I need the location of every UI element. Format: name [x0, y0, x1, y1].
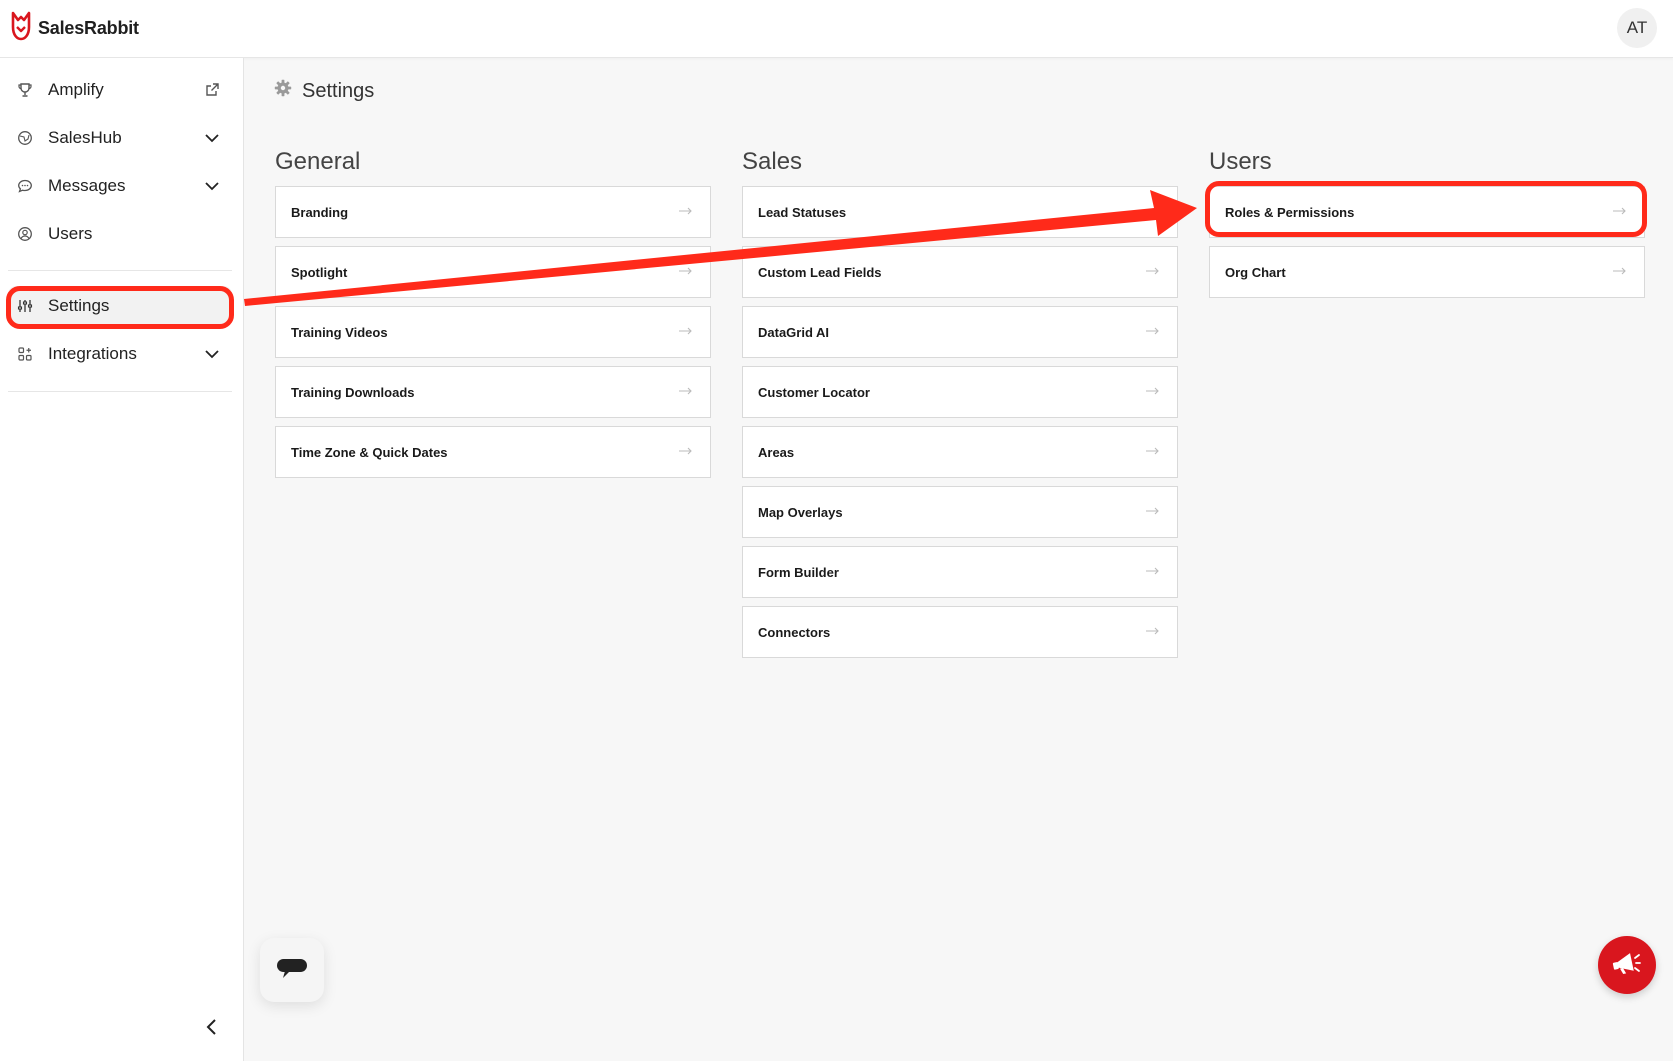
settings-card-custom-lead-fields[interactable]: Custom Lead Fields	[742, 246, 1178, 298]
settings-card-training-downloads[interactable]: Training Downloads	[275, 366, 711, 418]
gear-icon	[274, 79, 292, 103]
announcements-button[interactable]	[1598, 936, 1656, 994]
settings-card-training-videos[interactable]: Training Videos	[275, 306, 711, 358]
arrow-right-icon	[1143, 501, 1163, 521]
settings-card-customer-locator[interactable]: Customer Locator	[742, 366, 1178, 418]
card-label: Branding	[291, 204, 349, 220]
card-label: Areas	[758, 444, 795, 460]
card-label: Roles & Permissions	[1225, 204, 1355, 220]
sidebar-item-settings[interactable]: Settings	[8, 286, 232, 326]
sidebar-item-integrations[interactable]: Integrations	[8, 334, 232, 374]
top-bar: SalesRabbit AT	[0, 0, 1673, 58]
card-label: Training Videos	[291, 324, 388, 340]
card-label: DataGrid AI	[758, 324, 830, 340]
sidebar-item-amplify[interactable]: Amplify	[8, 70, 232, 110]
chat-widget-button[interactable]	[260, 938, 324, 1002]
chevron-down-icon[interactable]	[202, 344, 222, 364]
arrow-right-icon	[676, 261, 696, 281]
section-title-sales: Sales	[742, 148, 803, 175]
sidebar-item-label: SalesHub	[48, 128, 122, 147]
card-label: Org Chart	[1225, 264, 1286, 280]
sidebar-item-label: Settings	[48, 296, 110, 315]
sidebar-item-label: Users	[48, 224, 93, 243]
chevron-down-icon[interactable]	[202, 128, 222, 148]
settings-card-lead-statuses[interactable]: Lead Statuses	[742, 186, 1178, 238]
sidebar-item-saleshub[interactable]: SalesHub	[8, 118, 232, 158]
user-circle-icon	[16, 225, 34, 243]
settings-card-form-builder[interactable]: Form Builder	[742, 546, 1178, 598]
arrow-right-icon	[676, 381, 696, 401]
sidebar-item-users[interactable]: Users	[8, 214, 232, 254]
sidebar: Amplify SalesHub Messages Users Settings…	[0, 58, 244, 1061]
sidebar-item-label: Messages	[48, 176, 126, 195]
settings-card-map-overlays[interactable]: Map Overlays	[742, 486, 1178, 538]
arrow-right-icon	[1143, 201, 1163, 221]
arrow-right-icon	[1143, 261, 1163, 281]
arrow-right-icon	[1143, 441, 1163, 461]
arrow-right-icon	[1143, 621, 1163, 641]
rabbit-logo-icon	[10, 11, 32, 46]
card-label: Form Builder	[758, 564, 839, 580]
sidebar-item-messages[interactable]: Messages	[8, 166, 232, 206]
sidebar-item-label: Amplify	[48, 80, 104, 99]
brand-logo[interactable]: SalesRabbit	[10, 11, 139, 46]
settings-card-branding[interactable]: Branding	[275, 186, 711, 238]
settings-card-time-zone[interactable]: Time Zone & Quick Dates	[275, 426, 711, 478]
settings-card-areas[interactable]: Areas	[742, 426, 1178, 478]
chat-icon	[275, 955, 309, 986]
sidebar-item-label: Integrations	[48, 344, 137, 363]
settings-card-org-chart[interactable]: Org Chart	[1209, 246, 1645, 298]
arrow-right-icon	[1610, 201, 1630, 221]
arrow-right-icon	[676, 321, 696, 341]
card-label: Connectors	[758, 624, 831, 640]
arrow-right-icon	[676, 201, 696, 221]
sliders-icon	[16, 297, 34, 315]
page-title: Settings	[274, 76, 374, 106]
page-title-text: Settings	[302, 79, 375, 102]
chevron-down-icon[interactable]	[202, 176, 222, 196]
collapse-sidebar-button[interactable]	[200, 1017, 224, 1041]
settings-card-datagrid-ai[interactable]: DataGrid AI	[742, 306, 1178, 358]
card-label: Training Downloads	[291, 384, 415, 400]
settings-card-connectors[interactable]: Connectors	[742, 606, 1178, 658]
arrow-right-icon	[1143, 321, 1163, 341]
card-label: Customer Locator	[758, 384, 870, 400]
grid-icon	[16, 345, 34, 363]
card-label: Time Zone & Quick Dates	[291, 444, 448, 460]
card-label: Spotlight	[291, 264, 348, 280]
sidebar-divider	[8, 270, 232, 271]
arrow-right-icon	[676, 441, 696, 461]
arrow-right-icon	[1610, 261, 1630, 281]
external-link-icon	[202, 80, 222, 100]
card-label: Lead Statuses	[758, 204, 847, 220]
chat-bubble-icon	[16, 177, 34, 195]
arrow-right-icon	[1143, 381, 1163, 401]
megaphone-icon	[1612, 950, 1642, 981]
settings-card-roles-permissions[interactable]: Roles & Permissions	[1209, 186, 1645, 238]
section-title-users: Users	[1209, 148, 1272, 175]
brand-name: SalesRabbit	[38, 17, 139, 38]
trophy-icon	[16, 81, 34, 99]
card-label: Custom Lead Fields	[758, 264, 882, 280]
user-avatar[interactable]: AT	[1617, 8, 1657, 48]
settings-card-spotlight[interactable]: Spotlight	[275, 246, 711, 298]
card-label: Map Overlays	[758, 504, 843, 520]
globe-icon	[16, 129, 34, 147]
section-title-general: General	[275, 148, 361, 175]
chevron-left-icon	[205, 1018, 219, 1041]
arrow-right-icon	[1143, 561, 1163, 581]
sidebar-divider	[8, 391, 232, 392]
